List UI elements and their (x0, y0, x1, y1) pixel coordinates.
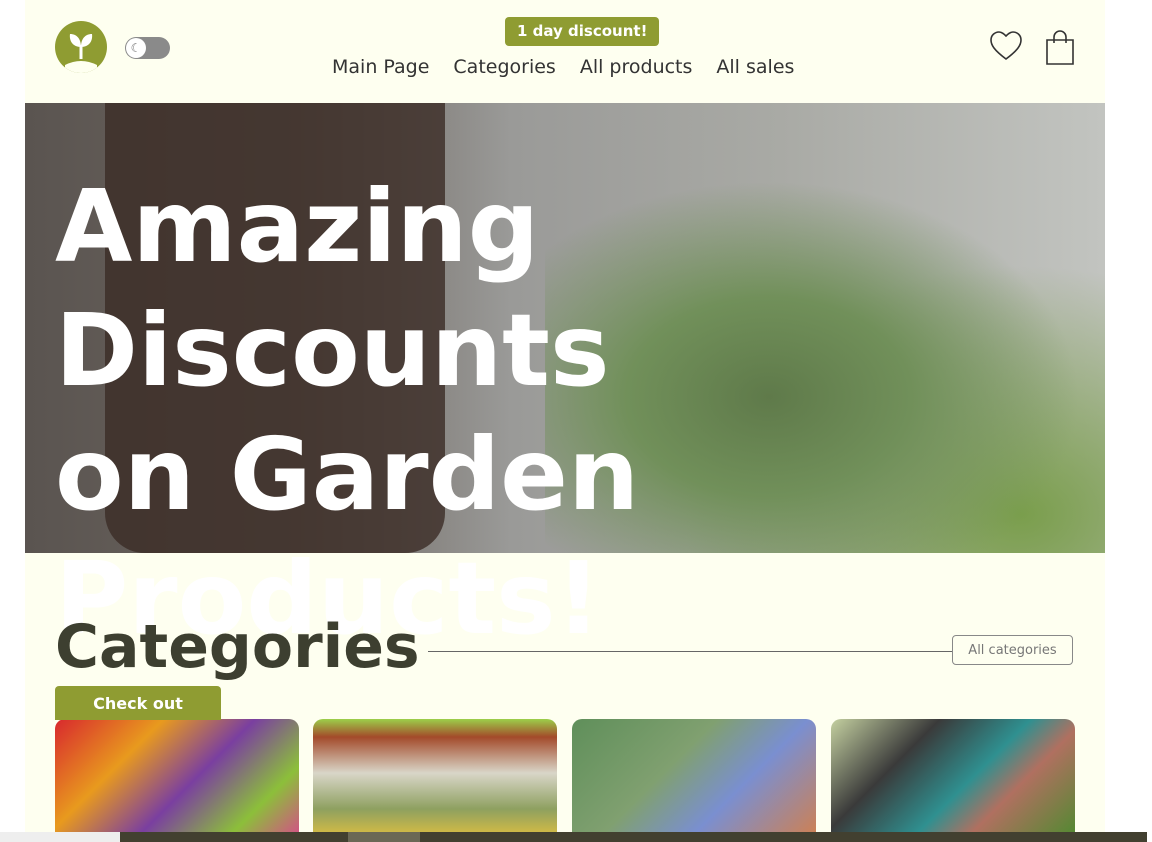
shopping-bag-icon[interactable] (1045, 30, 1075, 66)
discount-badge[interactable]: 1 day discount! (505, 17, 660, 46)
category-card[interactable] (831, 719, 1075, 839)
scrollbar-thumb[interactable] (348, 832, 420, 842)
nav-all-products[interactable]: All products (580, 56, 693, 78)
category-card[interactable] (572, 719, 816, 839)
logo-icon[interactable] (55, 21, 107, 73)
heart-icon[interactable] (989, 30, 1023, 62)
nav-all-sales[interactable]: All sales (716, 56, 794, 78)
hero-title: Amazing Discounts on Garden Products! (55, 168, 640, 657)
check-out-button[interactable]: Check out (55, 686, 221, 720)
page: ☾ 1 day discount! Main Page Categories A… (25, 0, 1105, 842)
theme-toggle[interactable]: ☾ (125, 37, 170, 59)
all-categories-button[interactable]: All categories (952, 635, 1073, 665)
moon-icon: ☾ (126, 38, 146, 58)
categories-title: Categories (55, 612, 420, 682)
horizontal-scrollbar[interactable] (0, 832, 1147, 842)
category-card[interactable] (55, 719, 299, 839)
main-nav: Main Page Categories All products All sa… (332, 56, 794, 78)
category-card[interactable] (313, 719, 557, 839)
nav-categories[interactable]: Categories (453, 56, 555, 78)
nav-main-page[interactable]: Main Page (332, 56, 429, 78)
